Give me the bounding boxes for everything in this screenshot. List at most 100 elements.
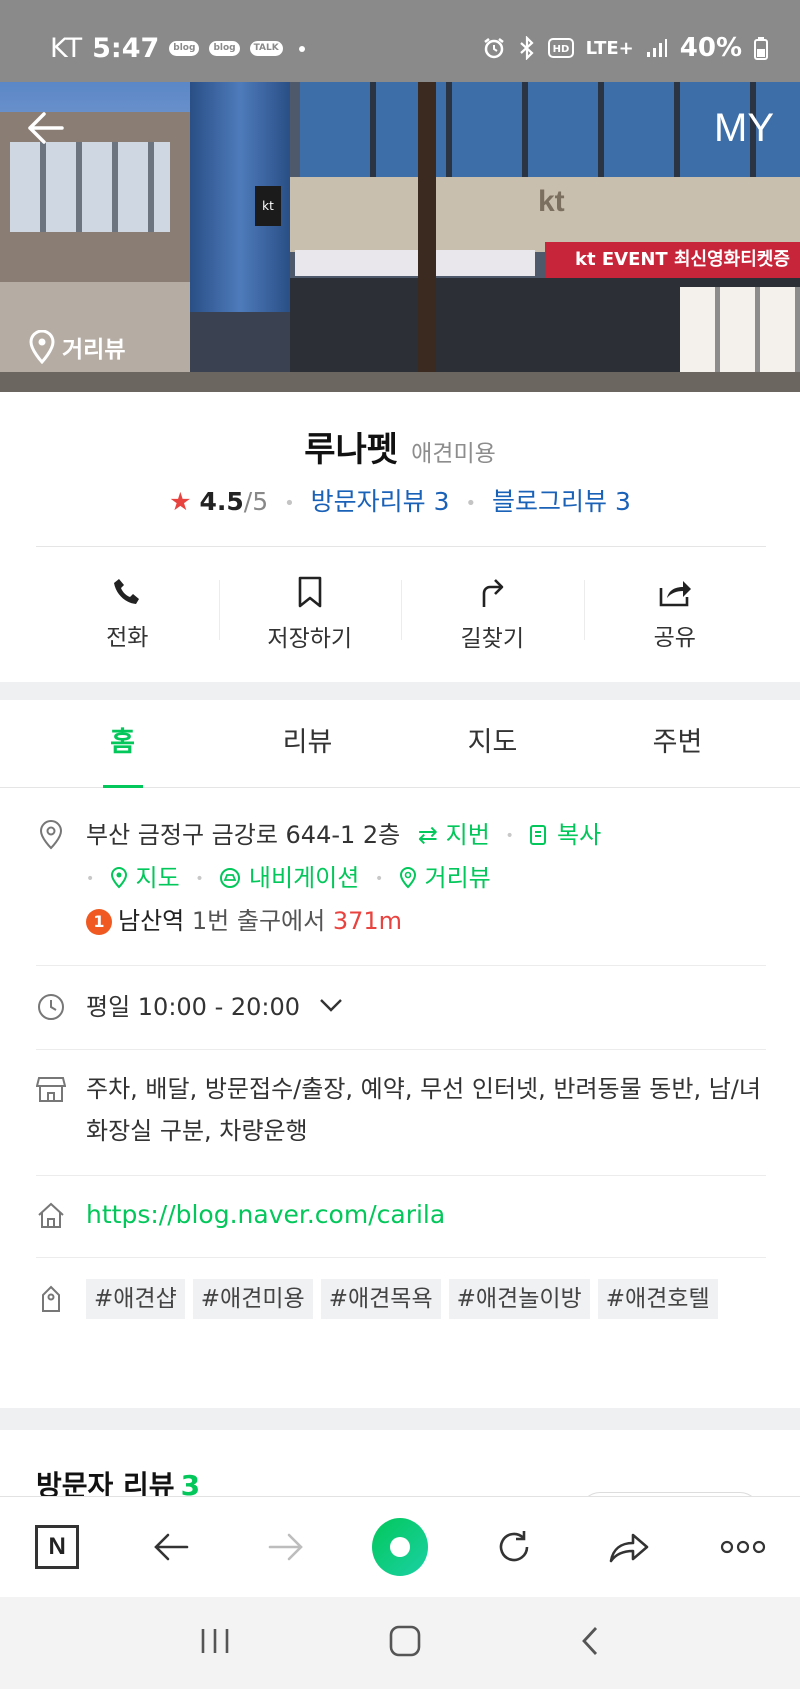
hashtag[interactable]: #애견샵 xyxy=(86,1279,185,1319)
browser-back-button[interactable] xyxy=(143,1519,199,1575)
station-name: 남산역 xyxy=(118,907,185,935)
call-button[interactable]: 전화 xyxy=(36,564,219,664)
svg-text:HD: HD xyxy=(552,44,569,55)
back-button[interactable] xyxy=(22,104,70,152)
visitor-reviews-link[interactable]: 방문자리뷰 3 xyxy=(311,487,450,516)
carrier-label: KT xyxy=(50,33,83,64)
android-nav-bar xyxy=(0,1597,800,1689)
photo-store-banner xyxy=(295,250,535,276)
event-banner: kt EVENT 최신영화티켓증정 xyxy=(545,242,800,306)
refresh-icon xyxy=(499,1531,529,1562)
directions-label: 길찾기 xyxy=(460,626,524,652)
hours-text: 평일 10:00 - 20:00 xyxy=(86,993,301,1021)
tab-reviews[interactable]: 리뷰 xyxy=(215,700,400,787)
amenities-text: 주차, 배달, 방문접수/출장, 예약, 무선 인터넷, 반려동물 동반, 남/… xyxy=(86,1075,761,1145)
home-square-icon xyxy=(389,1625,421,1657)
directions-button[interactable]: 길찾기 xyxy=(401,564,584,664)
star-icon: ★ xyxy=(169,487,192,516)
tab-nearby[interactable]: 주변 xyxy=(585,700,770,787)
address-section: 부산 금정구 금강로 644-1 2층 ⇄ 지번 • 복사 • 지도 • 내비게… xyxy=(36,788,766,966)
separator-dot: • xyxy=(86,871,95,887)
website-link[interactable]: https://blog.naver.com/carila xyxy=(86,1200,445,1229)
separator-dot: • xyxy=(505,828,514,844)
rating-max: /5 xyxy=(243,487,269,516)
share-button[interactable]: 공유 xyxy=(583,564,767,664)
hashtag[interactable]: #애견놀이방 xyxy=(448,1279,590,1319)
recent-apps-icon xyxy=(201,1629,228,1653)
copy-icon xyxy=(530,825,547,845)
place-header: 루나펫 애견미용 ★ 4.5/5 • 방문자리뷰 3 • 블로그리뷰 3 전화 … xyxy=(0,392,800,682)
hashtag[interactable]: #애견호텔 xyxy=(597,1279,718,1319)
share-icon xyxy=(659,581,691,607)
street-view-link-label: 거리뷰 xyxy=(424,864,491,892)
naver-home-button[interactable]: N xyxy=(29,1519,85,1575)
battery-icon xyxy=(754,37,768,60)
tab-home[interactable]: 홈 xyxy=(30,700,215,788)
photo-windows xyxy=(10,142,170,232)
share-page-button[interactable] xyxy=(601,1519,657,1575)
map-link-label: 지도 xyxy=(135,864,180,892)
street-view-photo[interactable]: kt kt kt EVENT 최신영화티켓증정 MY 거리뷰 xyxy=(0,82,800,392)
separator-dot: • xyxy=(284,492,295,514)
status-bar: KT 5:47 blog blog TALK HD LTE+ 40% xyxy=(0,0,800,82)
forward-share-icon xyxy=(609,1533,648,1563)
browser-toolbar: N xyxy=(0,1497,800,1597)
more-notifications-icon xyxy=(298,45,305,52)
green-dot-button[interactable] xyxy=(371,1518,428,1576)
chevron-left-icon xyxy=(582,1627,598,1655)
refresh-button[interactable] xyxy=(486,1519,542,1575)
hashtag[interactable]: #애견목욕 xyxy=(320,1279,441,1319)
recent-apps-button[interactable] xyxy=(198,1626,232,1660)
address-line: 부산 금정구 금강로 644-1 2층 ⇄ 지번 • 복사 xyxy=(86,814,766,857)
copy-button[interactable]: 복사 xyxy=(529,821,601,849)
street-view-link[interactable]: 거리뷰 xyxy=(399,864,491,892)
address-links: • 지도 • 내비게이션 • 거리뷰 xyxy=(86,857,766,900)
location-pin-icon xyxy=(399,867,416,889)
call-label: 전화 xyxy=(106,625,149,651)
exit-text: 1번 출구에서 xyxy=(191,907,326,935)
rating-row: ★ 4.5/5 • 방문자리뷰 3 • 블로그리뷰 3 xyxy=(0,482,800,518)
navigation-link[interactable]: 내비게이션 xyxy=(219,864,367,892)
more-menu-button[interactable] xyxy=(715,1519,771,1575)
battery-percent: 40% xyxy=(679,33,742,63)
subway-info: 1 남산역 1번 출구에서 371m xyxy=(86,900,766,942)
signal-icon xyxy=(646,39,667,57)
section-gap xyxy=(0,1408,800,1430)
home-icon xyxy=(38,1202,64,1228)
my-button[interactable]: MY xyxy=(714,106,774,151)
street-view-label: 거리뷰 xyxy=(62,337,126,363)
chevron-down-icon xyxy=(319,999,342,1012)
browser-forward-button[interactable] xyxy=(258,1519,314,1575)
car-icon xyxy=(220,868,241,888)
map-link[interactable]: 지도 xyxy=(110,864,187,892)
separator-dot: • xyxy=(195,871,204,887)
place-title-row: 루나펫 애견미용 xyxy=(0,422,800,471)
store-icon xyxy=(36,1077,66,1102)
system-back-button[interactable] xyxy=(578,1624,602,1662)
address-text: 부산 금정구 금강로 644-1 2층 xyxy=(86,821,401,849)
rating-value: 4.5 xyxy=(199,487,244,516)
directions-icon xyxy=(482,579,504,607)
tags-section: #애견샵 #애견미용 #애견목욕 #애견놀이방 #애견호텔 xyxy=(36,1258,766,1408)
location-pin-icon xyxy=(110,867,127,889)
save-label: 저장하기 xyxy=(267,626,353,652)
lot-number-button[interactable]: ⇄ 지번 xyxy=(418,821,490,849)
hd-voice-icon: HD xyxy=(547,38,574,58)
bookmark-icon xyxy=(298,576,322,608)
blog-reviews-link[interactable]: 블로그리뷰 3 xyxy=(492,487,631,516)
lot-number-label: 지번 xyxy=(445,821,490,849)
swap-icon: ⇄ xyxy=(417,821,438,849)
street-view-button[interactable]: 거리뷰 xyxy=(28,330,125,364)
save-button[interactable]: 저장하기 xyxy=(218,564,402,664)
blog-notification-icon: blog xyxy=(209,41,240,56)
naver-n-icon: N xyxy=(35,1525,80,1569)
tab-map[interactable]: 지도 xyxy=(400,700,585,787)
clock: 5:47 xyxy=(92,33,160,64)
tab-bar: 홈 리뷰 지도 주변 xyxy=(0,700,800,788)
tag-icon xyxy=(42,1285,60,1312)
green-dot-icon xyxy=(371,1518,428,1576)
home-button[interactable] xyxy=(387,1623,423,1663)
kt-sign-small: kt xyxy=(255,186,281,226)
hours-section[interactable]: 평일 10:00 - 20:00 xyxy=(36,966,766,1050)
hashtag[interactable]: #애견미용 xyxy=(192,1279,313,1319)
